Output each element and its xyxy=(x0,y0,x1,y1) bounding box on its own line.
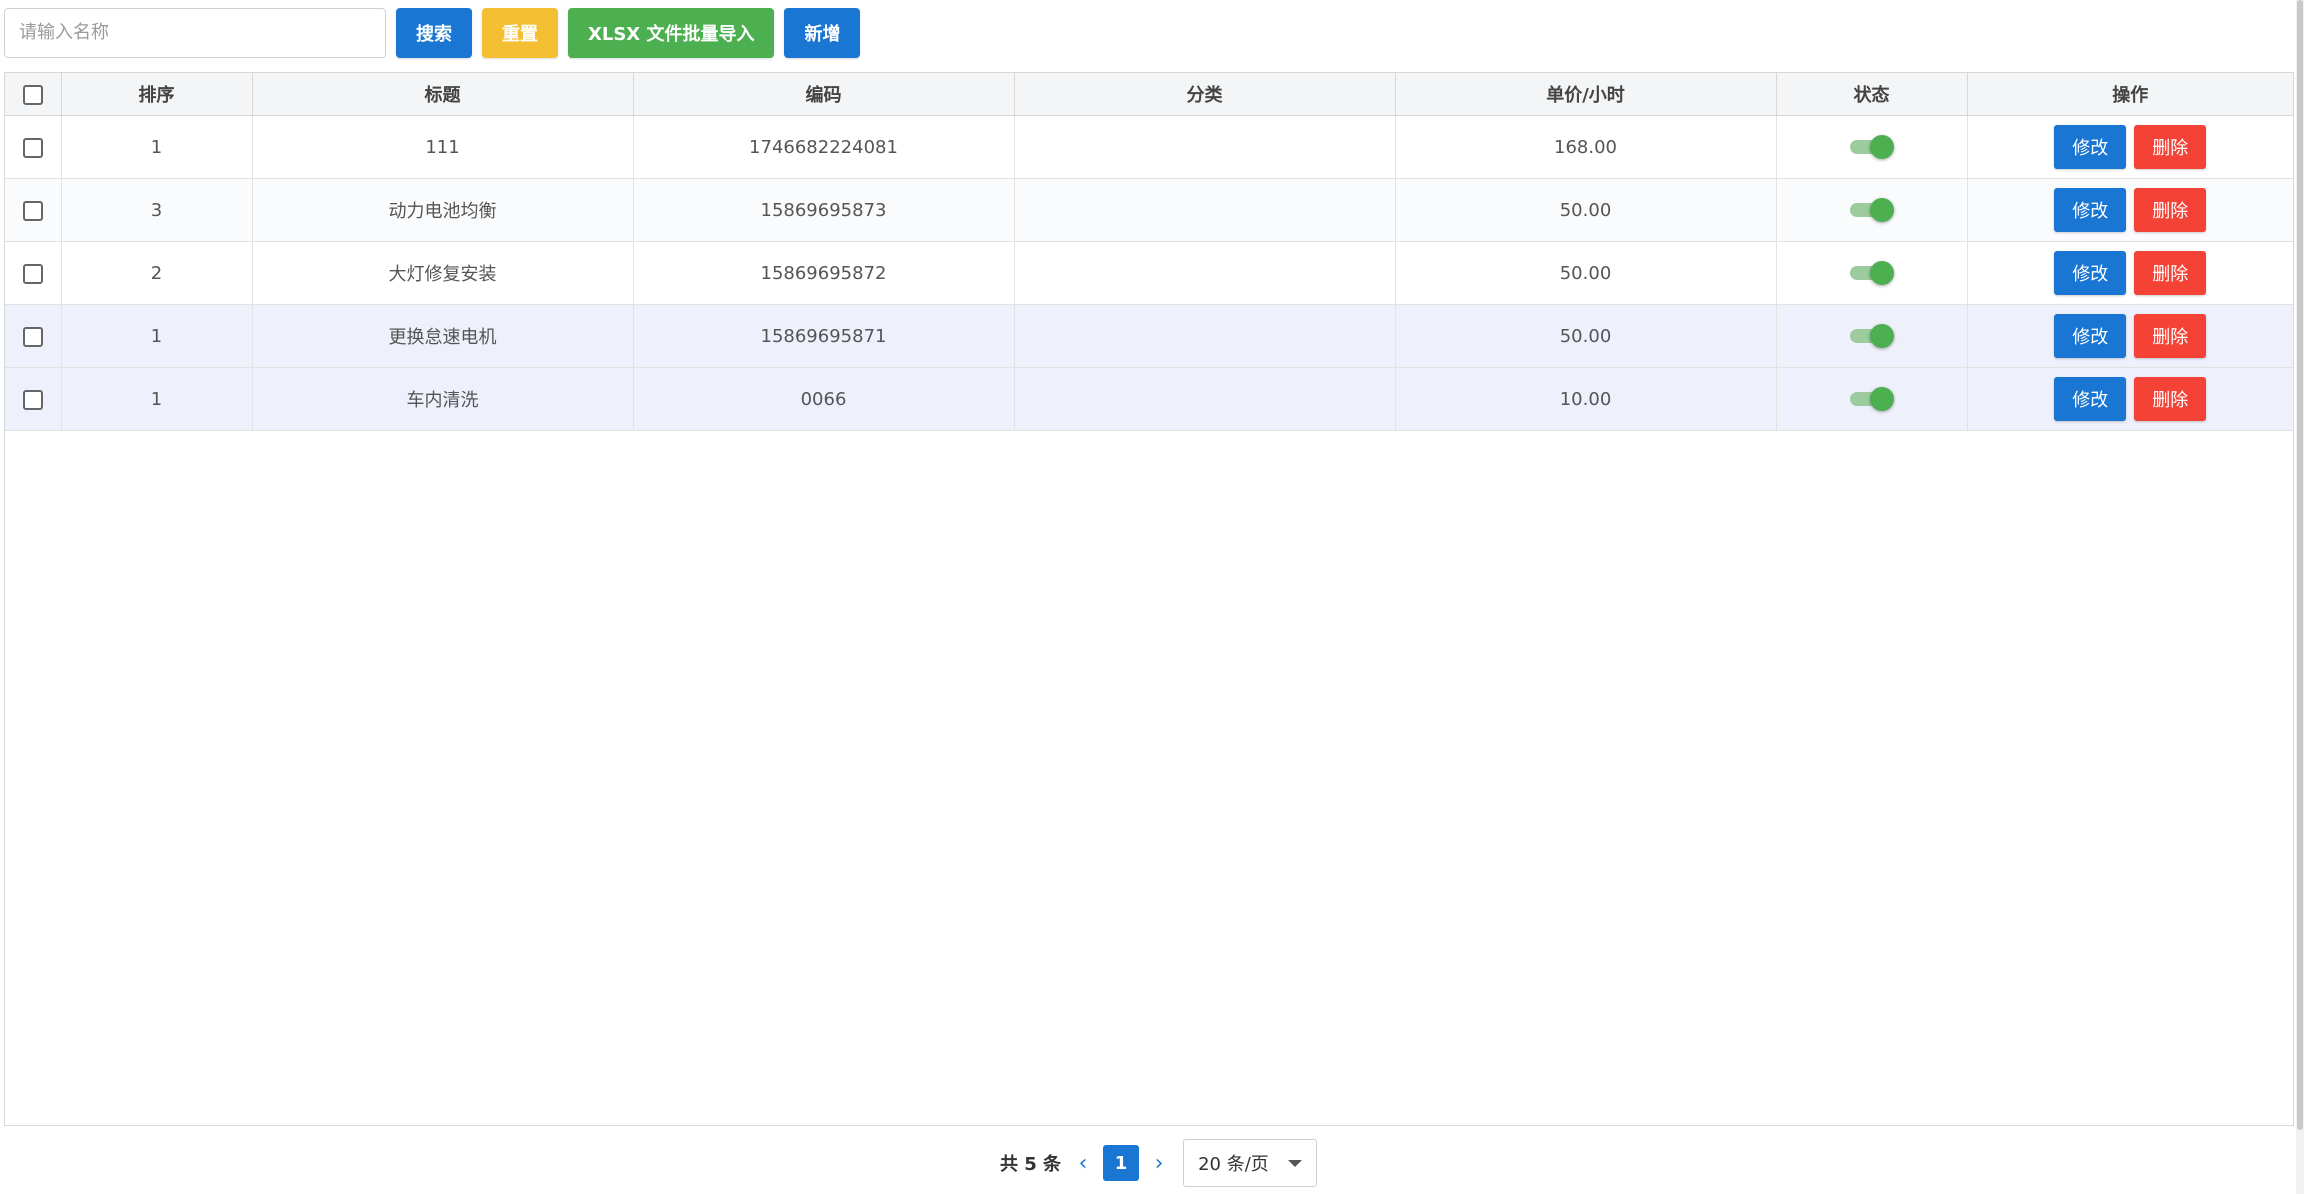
header-category: 分类 xyxy=(1014,73,1396,116)
cell-title: 更换怠速电机 xyxy=(252,304,634,368)
cell-price: 168.00 xyxy=(1395,115,1777,179)
row-checkbox[interactable] xyxy=(22,263,43,284)
edit-button[interactable]: 修改 xyxy=(2054,377,2127,421)
delete-button[interactable]: 删除 xyxy=(2134,188,2207,232)
table-row: 1 更换怠速电机 15869695871 50.00 修改 删除 xyxy=(5,304,2293,368)
add-button[interactable]: 新增 xyxy=(784,7,861,58)
total-count: 共 5 条 xyxy=(1000,1154,1062,1175)
cell-code: 1746682224081 xyxy=(633,115,1015,179)
toolbar: 搜索 重置 XLSX 文件批量导入 新增 xyxy=(4,7,861,58)
delete-button[interactable]: 删除 xyxy=(2134,314,2207,358)
page-button-current[interactable]: 1 xyxy=(1103,1145,1140,1181)
header-price: 单价/小时 xyxy=(1395,73,1777,116)
cell-price: 50.00 xyxy=(1395,241,1777,305)
select-all-cell xyxy=(5,73,62,116)
status-toggle[interactable] xyxy=(1849,198,1894,222)
status-toggle[interactable] xyxy=(1849,324,1894,348)
cell-category xyxy=(1014,178,1396,242)
row-checkbox[interactable] xyxy=(22,137,43,158)
delete-button[interactable]: 删除 xyxy=(2134,251,2207,295)
status-toggle[interactable] xyxy=(1849,135,1894,159)
table-row: 3 动力电池均衡 15869695873 50.00 修改 删除 xyxy=(5,178,2293,242)
cell-status xyxy=(1776,178,1968,242)
cell-sort: 1 xyxy=(61,304,253,368)
header-status: 状态 xyxy=(1776,73,1968,116)
cell-status xyxy=(1776,367,1968,431)
cell-actions: 修改 删除 xyxy=(1967,241,2293,305)
cell-sort: 2 xyxy=(61,241,253,305)
page-size-value: 20 条/页 xyxy=(1198,1154,1269,1175)
cell-actions: 修改 删除 xyxy=(1967,304,2293,368)
edit-button[interactable]: 修改 xyxy=(2054,314,2127,358)
cell-title: 动力电池均衡 xyxy=(252,178,634,242)
scrollbar-thumb[interactable] xyxy=(2297,0,2303,1130)
cell-title: 车内清洗 xyxy=(252,367,634,431)
cell-actions: 修改 删除 xyxy=(1967,115,2293,179)
cell-code: 15869695871 xyxy=(633,304,1015,368)
cell-status xyxy=(1776,241,1968,305)
cell-category xyxy=(1014,304,1396,368)
delete-button[interactable]: 删除 xyxy=(2134,125,2207,169)
search-button[interactable]: 搜索 xyxy=(396,7,472,58)
chevron-right-icon[interactable]: › xyxy=(1145,1151,1173,1176)
cell-sort: 1 xyxy=(61,115,253,179)
cell-code: 0066 xyxy=(633,367,1015,431)
page-size-select[interactable]: 20 条/页 xyxy=(1183,1139,1318,1187)
row-checkbox[interactable] xyxy=(22,326,43,347)
cell-category xyxy=(1014,115,1396,179)
header-sort: 排序 xyxy=(61,73,253,116)
vertical-scrollbar[interactable] xyxy=(2296,0,2304,1194)
delete-button[interactable]: 删除 xyxy=(2134,377,2207,421)
row-checkbox[interactable] xyxy=(22,389,43,410)
header-actions: 操作 xyxy=(1967,73,2293,116)
xlsx-import-button[interactable]: XLSX 文件批量导入 xyxy=(568,7,775,58)
pagination: 共 5 条 ‹ 1 › 20 条/页 xyxy=(1000,1138,1318,1188)
header-code: 编码 xyxy=(633,73,1015,116)
edit-button[interactable]: 修改 xyxy=(2054,188,2127,232)
cell-title: 大灯修复安装 xyxy=(252,241,634,305)
edit-button[interactable]: 修改 xyxy=(2054,251,2127,295)
cell-code: 15869695872 xyxy=(633,241,1015,305)
table-row: 1 111 1746682224081 168.00 修改 删除 xyxy=(5,115,2293,179)
data-table: 排序 标题 编码 分类 单价/小时 状态 操作 1 111 1746682224… xyxy=(4,72,2294,1126)
cell-category xyxy=(1014,241,1396,305)
header-title: 标题 xyxy=(252,73,634,116)
chevron-left-icon[interactable]: ‹ xyxy=(1069,1151,1097,1176)
search-input[interactable] xyxy=(4,7,386,58)
cell-sort: 3 xyxy=(61,178,253,242)
select-all-checkbox[interactable] xyxy=(22,84,43,105)
cell-title: 111 xyxy=(252,115,634,179)
cell-actions: 修改 删除 xyxy=(1967,367,2293,431)
reset-button[interactable]: 重置 xyxy=(482,7,558,58)
table-header-row: 排序 标题 编码 分类 单价/小时 状态 操作 xyxy=(5,73,2293,116)
cell-status xyxy=(1776,115,1968,179)
row-checkbox[interactable] xyxy=(22,200,43,221)
cell-actions: 修改 删除 xyxy=(1967,178,2293,242)
cell-price: 50.00 xyxy=(1395,304,1777,368)
cell-price: 10.00 xyxy=(1395,367,1777,431)
cell-sort: 1 xyxy=(61,367,253,431)
edit-button[interactable]: 修改 xyxy=(2054,125,2127,169)
cell-category xyxy=(1014,367,1396,431)
chevron-down-icon xyxy=(1288,1159,1303,1167)
table-row: 2 大灯修复安装 15869695872 50.00 修改 删除 xyxy=(5,241,2293,305)
cell-code: 15869695873 xyxy=(633,178,1015,242)
cell-price: 50.00 xyxy=(1395,178,1777,242)
status-toggle[interactable] xyxy=(1849,387,1894,411)
table-row: 1 车内清洗 0066 10.00 修改 删除 xyxy=(5,367,2293,431)
status-toggle[interactable] xyxy=(1849,261,1894,285)
cell-status xyxy=(1776,304,1968,368)
